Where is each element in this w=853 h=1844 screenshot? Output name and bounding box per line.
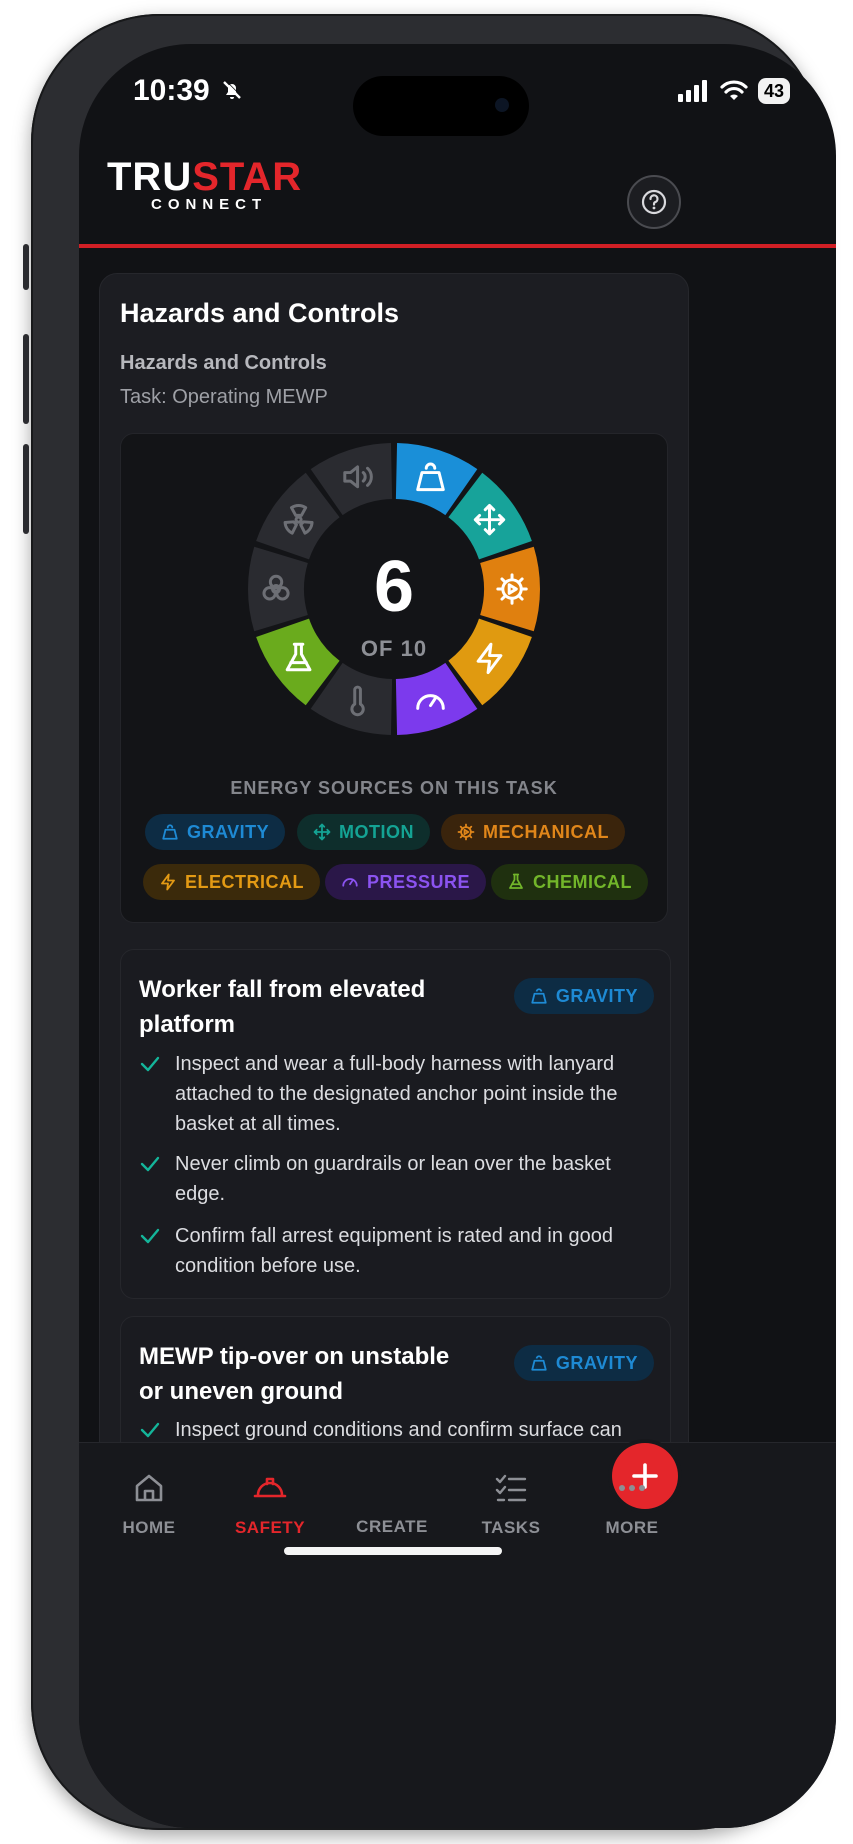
checklist-icon xyxy=(495,1474,527,1502)
status-time: 10:39 xyxy=(133,74,244,108)
app-screen: 10:39 43 TRUSTAR CONNECT Hazards and Con… xyxy=(79,44,836,1828)
control-item: Confirm fall arrest equipment is rated a… xyxy=(139,1221,659,1281)
lightning-icon xyxy=(161,873,175,891)
more-dots-icon xyxy=(619,1485,645,1491)
weight-icon xyxy=(162,824,178,840)
hazards-card: Hazards and Controls Hazards and Control… xyxy=(99,273,689,1618)
hazard-title: MEWP tip-over on unstable or uneven grou… xyxy=(139,1343,450,1405)
task-line: Task: Operating MEWP xyxy=(120,386,328,408)
check-icon xyxy=(140,1056,160,1072)
energy-chip-mechanical[interactable]: MECHANICAL xyxy=(441,814,625,850)
check-icon xyxy=(140,1228,160,1244)
battery-level: 43 xyxy=(757,78,790,104)
hazard-energy-badge: GRAVITY xyxy=(513,1345,654,1381)
bell-muted-icon xyxy=(223,80,242,99)
cellular-signal-icon xyxy=(677,80,707,102)
trustar-logo: TRUSTAR CONNECT xyxy=(107,155,303,213)
gauge-icon xyxy=(342,878,358,887)
hazard-title: Worker fall from elevated platform xyxy=(139,976,426,1038)
control-item: Never climb on guardrails or lean over t… xyxy=(139,1149,659,1209)
hazard-card[interactable]: Worker fall from elevated platform GRAVI… xyxy=(120,949,671,1299)
status-indicators: 43 xyxy=(677,78,790,104)
energy-chip-label: PRESSURE xyxy=(367,871,471,892)
energy-count-total: OF 10 xyxy=(360,636,428,661)
energy-chip-pressure[interactable]: PRESSURE xyxy=(325,864,487,900)
energy-chip-chemical[interactable]: CHEMICAL xyxy=(491,864,648,900)
tab-create[interactable]: CREATE xyxy=(332,1443,678,1537)
header-divider xyxy=(79,244,836,248)
check-icon xyxy=(140,1422,160,1438)
dynamic-island xyxy=(353,76,529,136)
energy-chip-electrical[interactable]: ELECTRICAL xyxy=(143,864,320,900)
energy-sources-label: ENERGY SOURCES ON THIS TASK xyxy=(230,778,558,798)
tab-home[interactable]: HOME xyxy=(89,1471,209,1538)
energy-chip-motion[interactable]: MOTION xyxy=(297,814,430,850)
check-icon xyxy=(140,1156,160,1172)
energy-chip-label: MECHANICAL xyxy=(483,821,609,842)
hazard-energy-badge: GRAVITY xyxy=(513,978,654,1014)
question-circle-icon xyxy=(641,189,667,215)
energy-chip-label: ELECTRICAL xyxy=(185,871,304,892)
tab-tasks[interactable]: TASKS xyxy=(451,1471,571,1538)
weight-icon xyxy=(531,988,547,1004)
page-title: Hazards and Controls xyxy=(120,298,400,328)
volume-down-button xyxy=(23,444,29,534)
tab-more[interactable]: MORE xyxy=(572,1471,692,1538)
camera-dot xyxy=(495,98,509,112)
energy-count: 6 xyxy=(373,547,415,627)
mute-switch xyxy=(23,244,29,290)
wifi-icon xyxy=(720,80,748,100)
section-title: Hazards and Controls xyxy=(120,352,327,374)
app-header: TRUSTAR CONNECT xyxy=(79,144,836,236)
energy-chip-label: GRAVITY xyxy=(187,821,270,842)
energy-chip-gravity[interactable]: GRAVITY xyxy=(145,814,286,850)
energy-chip-label: CHEMICAL xyxy=(533,871,632,892)
control-item: Inspect and wear a full-body harness wit… xyxy=(139,1049,659,1139)
flask-icon xyxy=(509,873,523,889)
weight-icon xyxy=(531,1355,547,1371)
phone-frame: 10:39 43 TRUSTAR CONNECT Hazards and Con… xyxy=(23,14,836,1830)
hard-hat-icon xyxy=(253,1477,287,1498)
move-arrows-icon xyxy=(313,823,331,841)
help-button[interactable] xyxy=(627,175,681,229)
energy-chip-label: MOTION xyxy=(339,821,414,842)
energy-wheel-panel: 6 OF 10 ENERGY SOURCES ON THIS TASK GRAV… xyxy=(120,433,668,923)
tab-safety[interactable]: SAFETY xyxy=(210,1471,330,1538)
gear-icon xyxy=(457,823,475,841)
volume-up-button xyxy=(23,334,29,424)
bottom-tab-bar: HOME SAFETY CREATE TASKS MORE xyxy=(79,1442,836,1828)
home-indicator[interactable] xyxy=(284,1547,502,1555)
home-icon xyxy=(135,1474,163,1502)
